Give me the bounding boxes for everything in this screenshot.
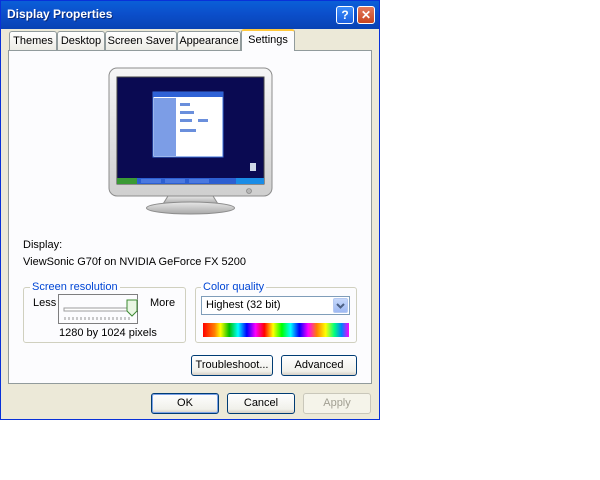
color-quality-select[interactable]: Highest (32 bit) (201, 296, 350, 315)
title-bar[interactable]: Display Properties ? ✕ (1, 1, 379, 29)
tab-themes[interactable]: Themes (9, 31, 57, 50)
help-button[interactable]: ? (336, 6, 354, 24)
troubleshoot-label: Troubleshoot... (195, 359, 269, 371)
less-label: Less (33, 297, 57, 309)
tab-settings[interactable]: Settings (241, 29, 295, 51)
color-quality-legend: Color quality (201, 281, 267, 293)
display-device-name: ViewSonic G70f on NVIDIA GeForce FX 5200 (23, 256, 246, 268)
advanced-button[interactable]: Advanced (281, 355, 357, 376)
more-label: More (150, 297, 176, 309)
monitor-icon (108, 67, 273, 215)
close-icon: ✕ (360, 8, 372, 22)
tab-label: Themes (13, 35, 53, 47)
apply-button[interactable]: Apply (303, 393, 371, 414)
ok-label: OK (177, 397, 193, 409)
ok-button[interactable]: OK (151, 393, 219, 414)
cancel-label: Cancel (243, 397, 279, 409)
tab-appearance[interactable]: Appearance (177, 31, 241, 50)
tab-label: Screen Saver (107, 35, 175, 47)
color-quality-value: Highest (32 bit) (206, 299, 281, 311)
tab-label: Settings (248, 34, 288, 46)
tab-label: Desktop (60, 35, 102, 47)
tab-screen-saver[interactable]: Screen Saver (105, 31, 177, 50)
resolution-value: 1280 by 1024 pixels (59, 327, 157, 339)
tab-desktop[interactable]: Desktop (57, 31, 105, 50)
troubleshoot-button[interactable]: Troubleshoot... (191, 355, 273, 376)
window-title: Display Properties (7, 7, 113, 21)
cancel-button[interactable]: Cancel (227, 393, 295, 414)
help-icon: ? (341, 8, 349, 22)
apply-label: Apply (323, 397, 351, 409)
display-label: Display: (23, 239, 63, 251)
advanced-label: Advanced (294, 359, 344, 371)
chevron-down-icon[interactable] (333, 298, 348, 313)
color-spectrum-bar (203, 323, 349, 337)
resolution-slider[interactable] (58, 294, 138, 324)
tab-label: Appearance (179, 35, 239, 47)
close-button[interactable]: ✕ (357, 6, 375, 24)
display-properties-window: Display Properties ? ✕ Themes Desktop Sc… (0, 0, 380, 420)
screen-resolution-legend: Screen resolution (30, 281, 120, 293)
